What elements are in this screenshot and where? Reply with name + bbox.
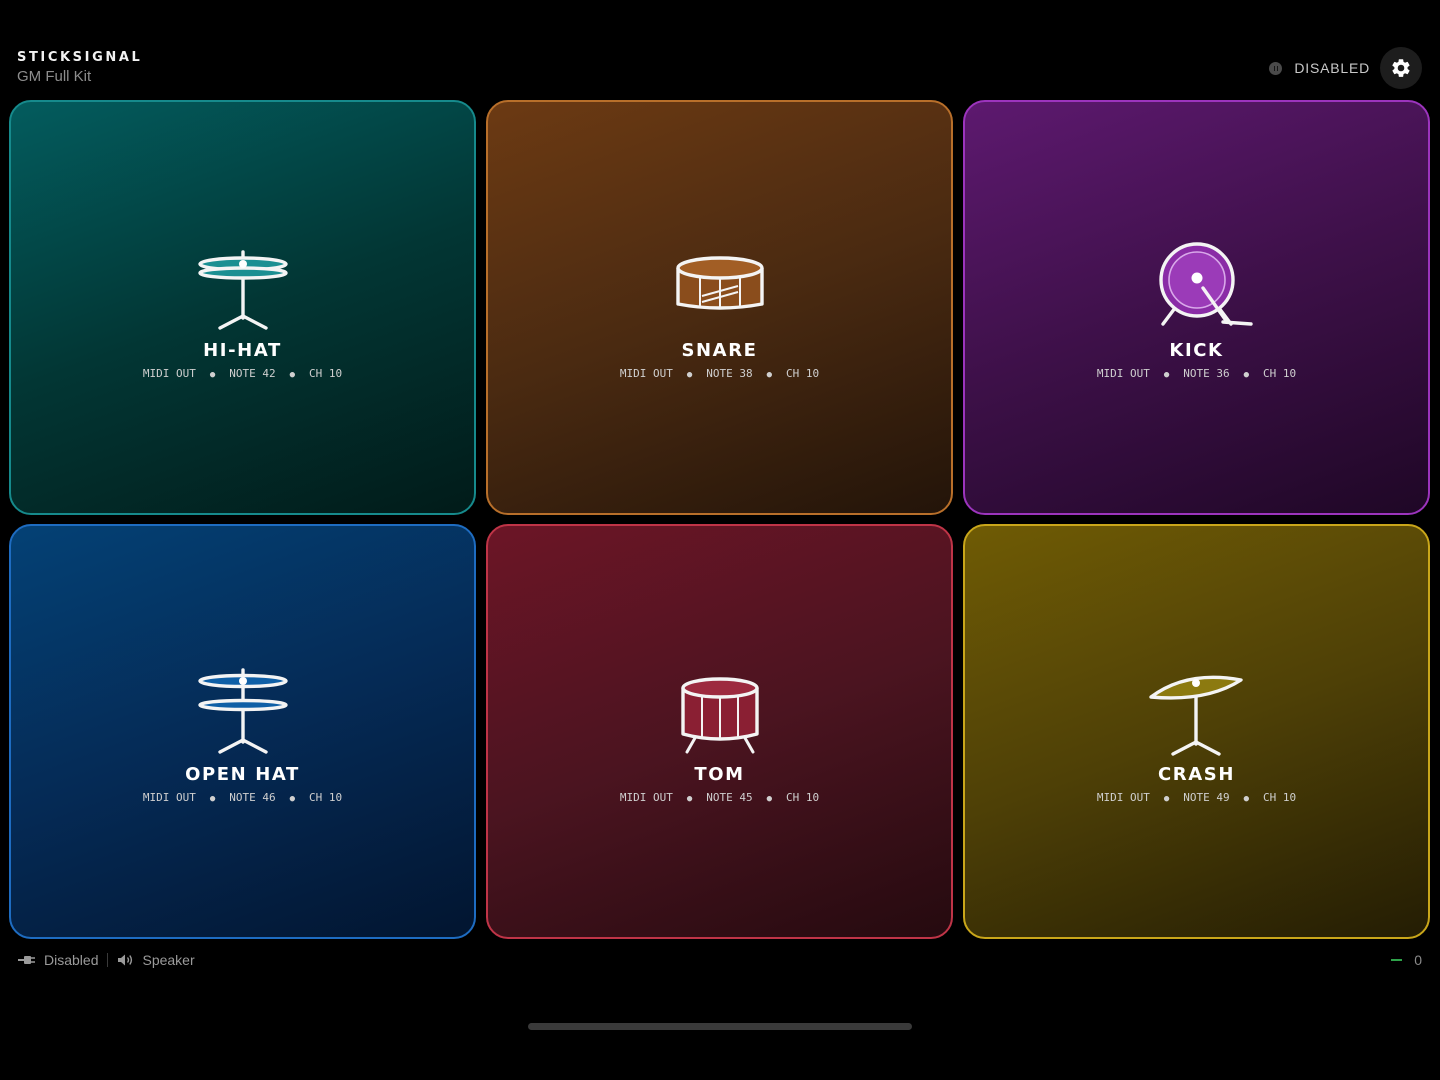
pad-note: NOTE 42 (229, 367, 276, 380)
separator-dot-icon: ● (289, 370, 296, 380)
pad-midi-info: MIDI OUT ● NOTE 49 ● CH 10 (965, 791, 1428, 804)
hit-counter: 0 (1391, 952, 1422, 968)
pad-hihat[interactable]: HI-HAT MIDI OUT ● NOTE 42 ● CH 10 (9, 100, 476, 515)
separator-dot-icon: ● (686, 370, 693, 380)
pad-output: MIDI OUT (142, 791, 196, 804)
pad-midi-info: MIDI OUT ● NOTE 45 ● CH 10 (488, 791, 951, 804)
gear-icon (1392, 59, 1410, 77)
pad-snare[interactable]: SNARE MIDI OUT ● NOTE 38 ● CH 10 (486, 100, 953, 515)
settings-button[interactable] (1380, 47, 1422, 89)
snare-drum-icon (675, 256, 764, 310)
pad-channel: CH 10 (309, 367, 343, 380)
app-name: STICKSIGNAL (17, 50, 143, 65)
home-indicator[interactable] (528, 1023, 912, 1030)
pad-midi-info: MIDI OUT ● NOTE 42 ● CH 10 (11, 367, 474, 380)
separator-dot-icon: ● (686, 794, 693, 804)
tom-drum-icon (680, 677, 759, 754)
pad-name: HI-HAT (203, 340, 282, 361)
status-label: DISABLED (1294, 60, 1370, 76)
separator-dot-icon: ● (1243, 794, 1250, 804)
separator-dot-icon: ● (209, 370, 216, 380)
pad-output: MIDI OUT (142, 367, 196, 380)
kick-drum-icon (1158, 242, 1253, 326)
pad-name: TOM (694, 764, 745, 785)
pad-open-hat[interactable]: OPEN HAT MIDI OUT ● NOTE 46 ● CH 10 (9, 524, 476, 939)
separator-dot-icon: ● (1163, 370, 1170, 380)
separator-dot-icon: ● (766, 794, 773, 804)
pad-channel: CH 10 (786, 367, 820, 380)
app-root: STICKSIGNAL GM Full Kit DISABLED HI-HAT … (0, 0, 1440, 1080)
pad-note: NOTE 36 (1183, 367, 1230, 380)
pad-midi-info: MIDI OUT ● NOTE 38 ● CH 10 (488, 367, 951, 380)
pad-crash[interactable]: CRASH MIDI OUT ● NOTE 49 ● CH 10 (963, 524, 1430, 939)
hihat-icon (197, 250, 288, 330)
pad-channel: CH 10 (309, 791, 343, 804)
pause-status-icon (1269, 61, 1283, 75)
pad-name: OPEN HAT (185, 764, 300, 785)
separator-dot-icon: ● (289, 794, 296, 804)
level-indicator-icon (1391, 959, 1403, 961)
pad-kick[interactable]: KICK MIDI OUT ● NOTE 36 ● CH 10 (963, 100, 1430, 515)
pad-name: SNARE (681, 340, 758, 361)
pad-output: MIDI OUT (1096, 791, 1150, 804)
pad-note: NOTE 49 (1183, 791, 1230, 804)
pad-note: NOTE 45 (706, 791, 753, 804)
pad-channel: CH 10 (1263, 791, 1297, 804)
pad-note: NOTE 38 (706, 367, 753, 380)
plug-icon (18, 956, 35, 964)
crash-cymbal-icon (1148, 675, 1243, 756)
hit-count: 0 (1414, 952, 1422, 968)
speaker-icon (118, 954, 133, 966)
header-controls: DISABLED (1269, 47, 1422, 89)
pad-midi-info: MIDI OUT ● NOTE 36 ● CH 10 (965, 367, 1428, 380)
kit-name: GM Full Kit (17, 68, 92, 85)
app-header: STICKSIGNAL GM Full Kit (17, 50, 142, 85)
separator-dot-icon: ● (209, 794, 216, 804)
audio-output[interactable]: Speaker (142, 952, 194, 968)
open-hihat-icon (197, 668, 288, 754)
pad-channel: CH 10 (1263, 367, 1297, 380)
pad-output: MIDI OUT (619, 367, 673, 380)
footer-divider (107, 953, 109, 967)
pad-output: MIDI OUT (619, 791, 673, 804)
separator-dot-icon: ● (1163, 794, 1170, 804)
separator-dot-icon: ● (1243, 370, 1250, 380)
pad-tom[interactable]: TOM MIDI OUT ● NOTE 45 ● CH 10 (486, 524, 953, 939)
pad-midi-info: MIDI OUT ● NOTE 46 ● CH 10 (11, 791, 474, 804)
pad-channel: CH 10 (786, 791, 820, 804)
pad-output: MIDI OUT (1096, 367, 1150, 380)
pad-note: NOTE 46 (229, 791, 276, 804)
status-bar: Disabled Speaker (18, 952, 195, 968)
pad-name: KICK (1169, 340, 1224, 361)
connection-status[interactable]: Disabled (44, 952, 98, 968)
separator-dot-icon: ● (766, 370, 773, 380)
pad-name: CRASH (1157, 764, 1236, 785)
